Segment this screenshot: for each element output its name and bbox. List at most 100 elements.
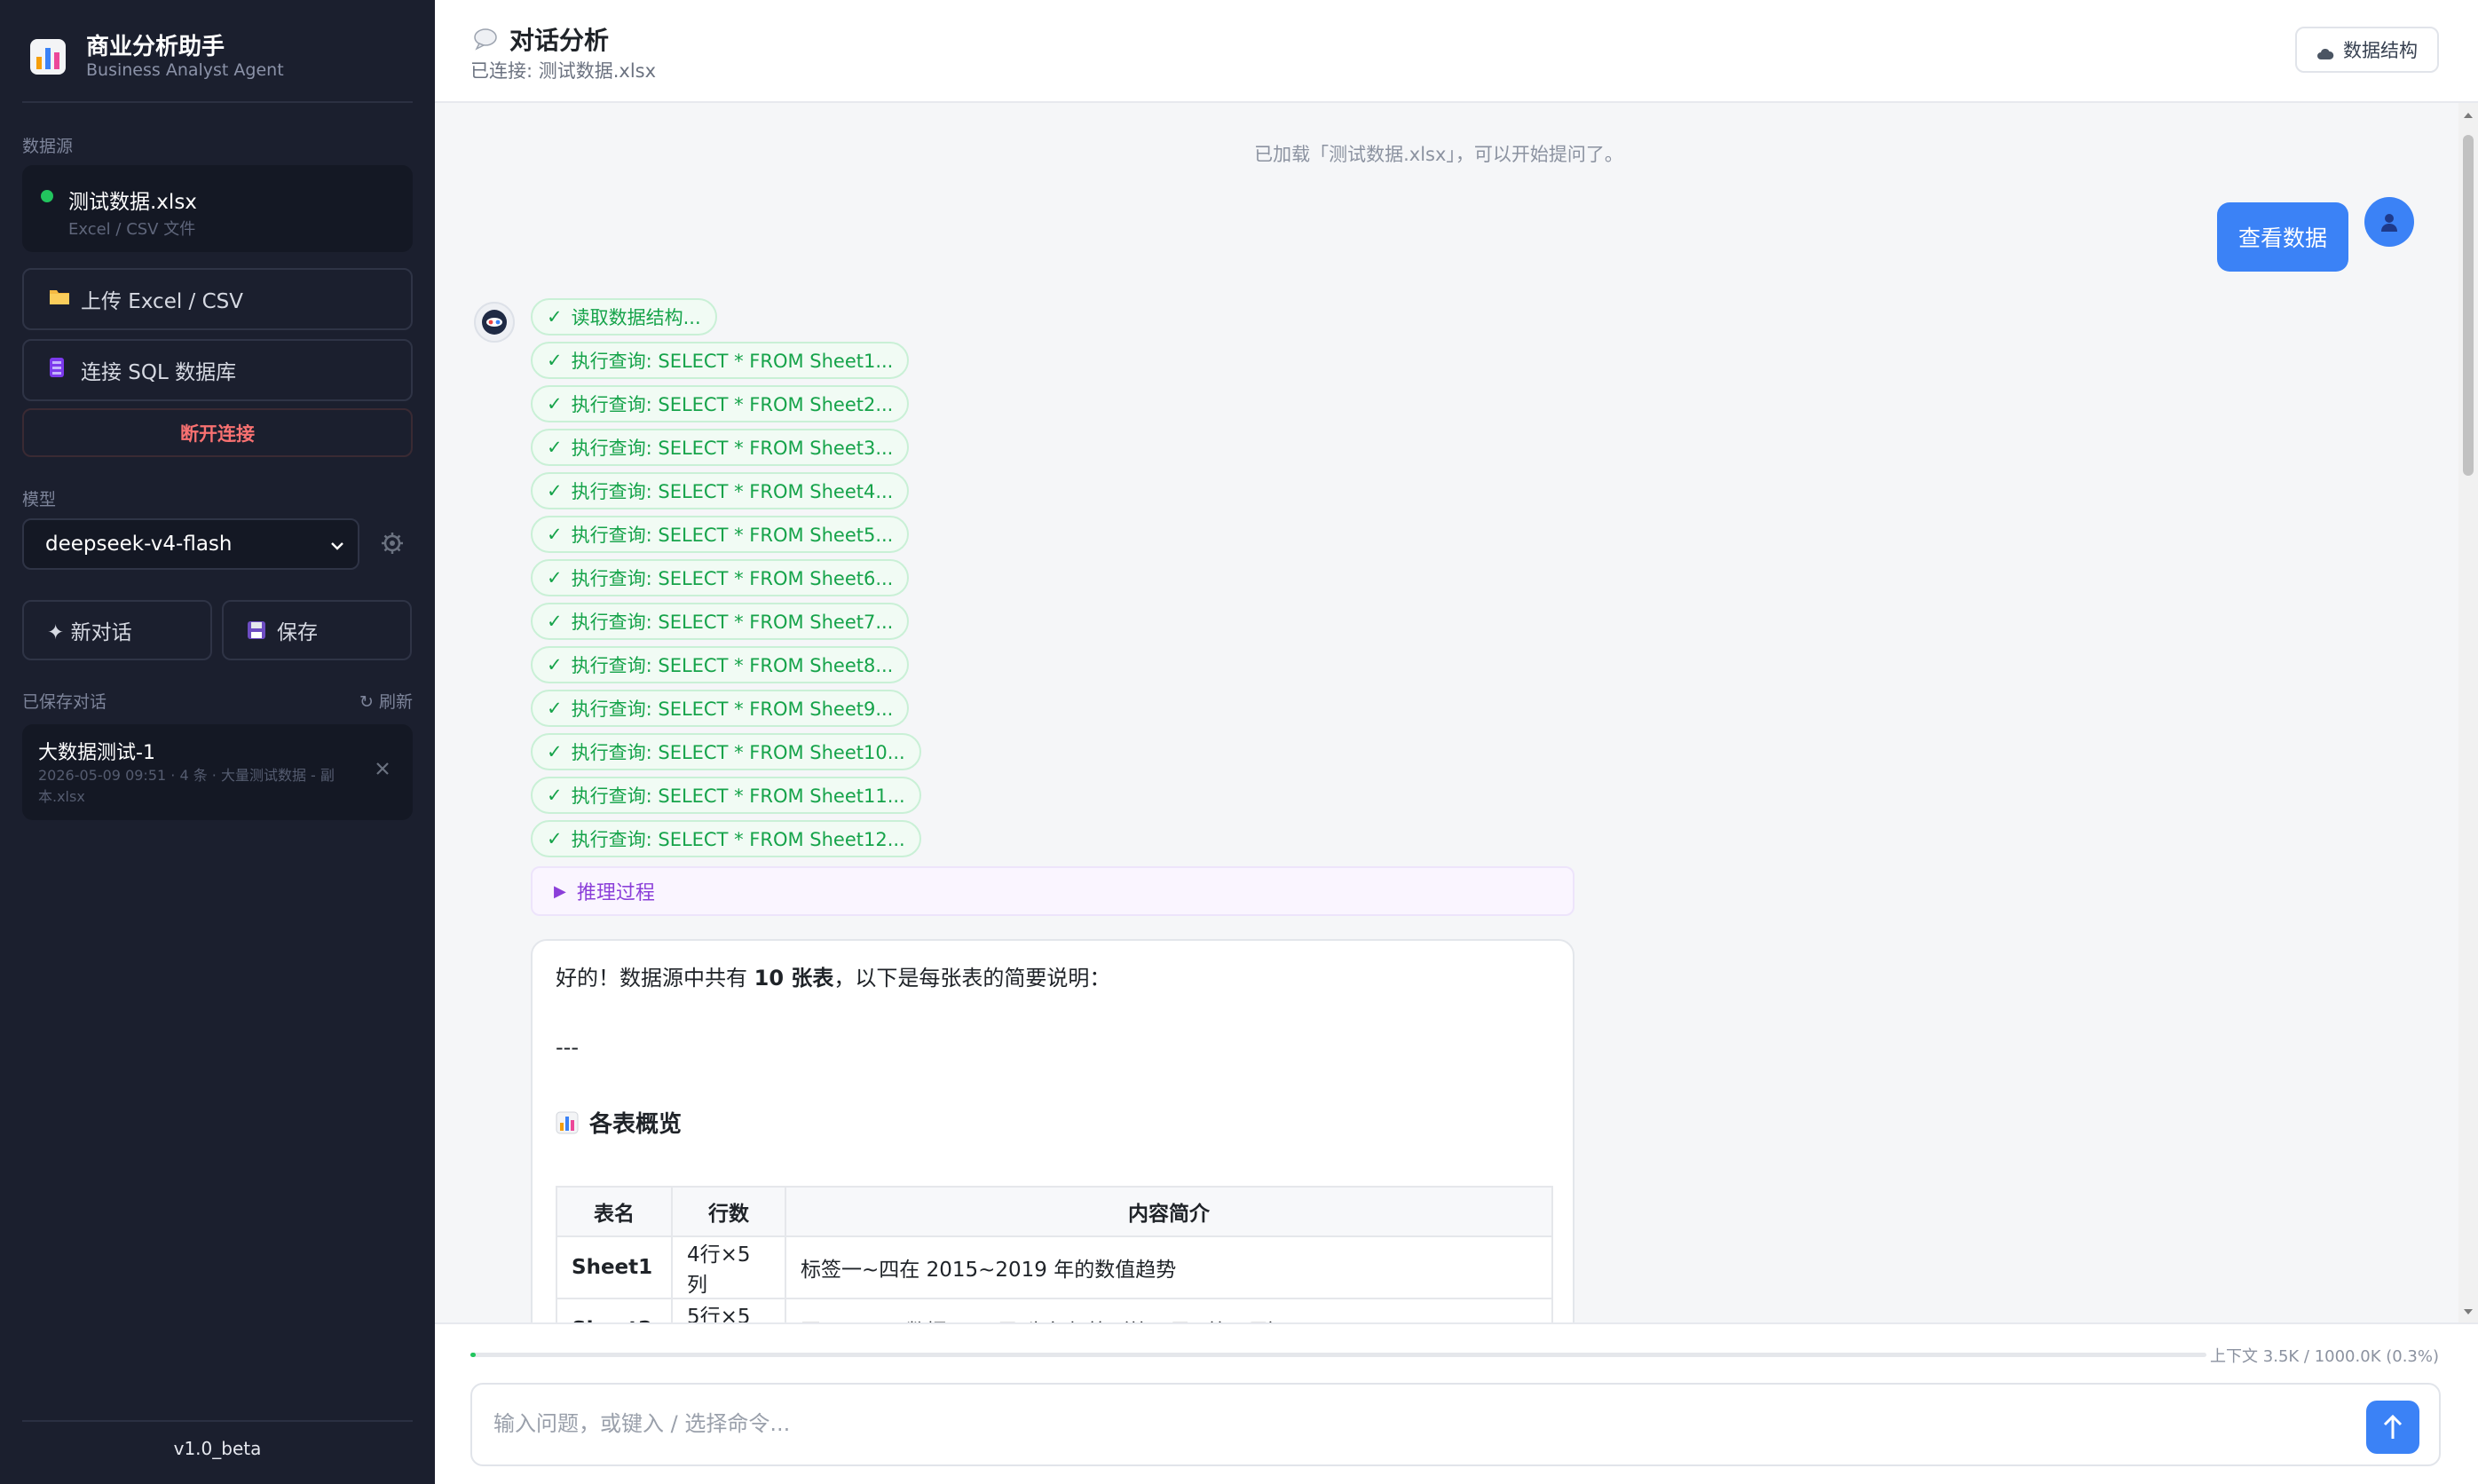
tool-step: ✓ 执行查询: SELECT * FROM Sheet10... [531,733,921,770]
assistant-avatar-icon [474,302,515,343]
connection-status: 已连接: 测试数据.xlsx [470,60,657,82]
database-icon [49,357,72,383]
table-header-cell: 表名 [556,1186,673,1237]
table-header-row: 表名 行数 内容简介 [556,1186,1553,1237]
new-chat-button-label: ✦ 新对话 [47,621,132,644]
tool-step: ✓ 执行查询: SELECT * FROM Sheet3... [531,429,910,466]
table-cell: Sheet1 [556,1235,673,1299]
model-label: 模型 [22,490,57,509]
check-icon: ✓ [547,567,563,588]
answer-intro: 好的！数据源中共有 10 张表，以下是每张表的简要说明： [556,966,1111,991]
disconnect-button[interactable]: 断开连接 [22,408,413,457]
connected-status-dot [41,190,53,202]
tool-step: ✓ 执行查询: SELECT * FROM Sheet2... [531,385,910,422]
context-usage-bar [470,1353,2206,1357]
check-icon: ✓ [547,785,563,806]
send-button[interactable] [2366,1401,2419,1454]
table-cell: 标签一~四在 2015~2019 年的数值趋势 [785,1235,1553,1299]
tool-step: ✓ 执行查询: SELECT * FROM Sheet1... [531,342,910,379]
brand: 商业分析助手 Business Analyst Agent [22,27,413,103]
table-row: Sheet2 5行×5列 同 Sheet1 数据，以"周"为行标签（第一周~第五… [556,1298,1553,1322]
assistant-answer: 好的！数据源中共有 10 张表，以下是每张表的简要说明： --- 各表概览 表名… [531,939,1574,1322]
check-icon: ✓ [547,741,563,762]
datasource-label: 数据源 [22,137,74,156]
check-icon: ✓ [547,654,563,675]
header: 对话分析 已连接: 测试数据.xlsx 数据结构 [435,0,2478,103]
version-label: v1.0_beta [22,1420,413,1459]
context-usage-text: 上下文 3.5K / 1000.0K (0.3%) [2210,1347,2439,1366]
tool-step: ✓ 执行查询: SELECT * FROM Sheet7... [531,603,910,640]
check-icon: ✓ [547,437,563,458]
tool-steps: ✓ 读取数据结构... ✓ 执行查询: SELECT * FROM Sheet1..… [531,298,921,864]
schema-button[interactable]: 数据结构 [2295,27,2439,73]
check-icon: ✓ [547,306,563,328]
scroll-down-arrow-icon[interactable] [2462,1305,2474,1317]
tool-step: ✓ 执行查询: SELECT * FROM Sheet12... [531,820,921,857]
saved-chat-item[interactable]: 大数据测试-1 2026-05-09 09:51 · 4 条 · 大量测试数据 … [22,724,413,820]
cloud-icon [2316,43,2334,59]
saved-chats-label: 已保存对话 [22,692,107,712]
table-header-cell: 内容简介 [785,1186,1553,1237]
tool-step: ✓ 执行查询: SELECT * FROM Sheet11... [531,777,921,814]
check-icon: ✓ [547,350,563,371]
check-icon: ✓ [547,828,563,849]
upload-button[interactable]: 上传 Excel / CSV [22,268,413,330]
app-title: 商业分析助手 [86,34,225,60]
check-icon: ✓ [547,611,563,632]
check-icon: ✓ [547,524,563,545]
bar-chart-icon [556,1111,579,1134]
chat-area: 已加载「测试数据.xlsx」，可以开始提问了。 查看数据 ✓ 读取数据结构... … [435,103,2478,1322]
tool-step: ✓ 执行查询: SELECT * FROM Sheet8... [531,646,910,683]
datasource-card: 测试数据.xlsx Excel / CSV 文件 [22,165,413,252]
tool-step: ✓ 执行查询: SELECT * FROM Sheet9... [531,690,910,727]
folder-icon [49,288,72,311]
message-input[interactable] [493,1411,2269,1436]
connect-sql-button-label: 连接 SQL 数据库 [81,361,237,384]
tool-step: ✓ 执行查询: SELECT * FROM Sheet6... [531,559,910,596]
composer: 上下文 3.5K / 1000.0K (0.3%) [435,1322,2478,1484]
check-icon: ✓ [547,480,563,501]
datasource-type: Excel / CSV 文件 [68,220,196,239]
scrollbar-thumb[interactable] [2463,135,2474,476]
overview-table: 表名 行数 内容简介 Sheet1 4行×5列 标签一~四在 2015~2019… [556,1186,1553,1322]
save-button-label: 保存 [277,621,318,644]
saved-chat-meta: 2026-05-09 09:51 · 4 条 · 大量测试数据 - 副本.xls… [38,767,335,805]
user-message: 查看数据 [2217,202,2349,272]
answer-heading: 各表概览 [556,1106,682,1139]
upload-button-label: 上传 Excel / CSV [81,290,244,313]
gear-icon[interactable] [380,531,405,556]
scroll-up-arrow-icon[interactable] [2462,108,2474,121]
table-cell: 同 Sheet1 数据，以"周"为行标签（第一周~第五周） [785,1298,1553,1322]
reasoning-toggle[interactable]: ▶ 推理过程 [531,866,1574,916]
table-cell: Sheet2 [556,1298,673,1322]
reasoning-label: 推理过程 [576,882,655,904]
connect-sql-button[interactable]: 连接 SQL 数据库 [22,339,413,401]
system-message: 已加载「测试数据.xlsx」，可以开始提问了。 [1254,144,1623,165]
new-chat-button[interactable]: ✦ 新对话 [22,600,212,660]
schema-button-label: 数据结构 [2343,40,2418,61]
chat-scrollbar[interactable] [2458,103,2478,1322]
speech-bubble-icon [472,26,499,52]
table-row: Sheet1 4行×5列 标签一~四在 2015~2019 年的数值趋势 [556,1235,1553,1299]
datasource-name: 测试数据.xlsx [68,191,197,214]
chevron-down-icon [329,536,345,552]
model-select[interactable]: deepseek-v4-flash [22,518,359,570]
message-input-box [470,1383,2441,1466]
app-subtitle: Business Analyst Agent [86,60,284,80]
context-usage-fill [470,1353,476,1357]
tool-step: ✓ 执行查询: SELECT * FROM Sheet4... [531,472,910,509]
sidebar: 商业分析助手 Business Analyst Agent 数据源 测试数据.x… [0,0,435,1484]
bar-chart-icon [28,37,67,76]
triangle-right-icon: ▶ [554,881,566,901]
table-header-cell: 行数 [671,1186,786,1237]
save-button[interactable]: 保存 [222,600,412,660]
close-icon[interactable] [374,760,391,778]
page-title: 对话分析 [472,21,609,57]
table-cell: 5行×5列 [671,1298,786,1322]
page-title-text: 对话分析 [509,26,610,55]
refresh-button[interactable]: ↻ 刷新 [359,689,413,713]
tool-step: ✓ 执行查询: SELECT * FROM Sheet5... [531,516,910,553]
main-panel: 对话分析 已连接: 测试数据.xlsx 数据结构 已加载「测试数据.xlsx」，… [435,0,2478,1484]
answer-divider: --- [556,1035,579,1060]
tool-step: ✓ 读取数据结构... [531,298,717,335]
